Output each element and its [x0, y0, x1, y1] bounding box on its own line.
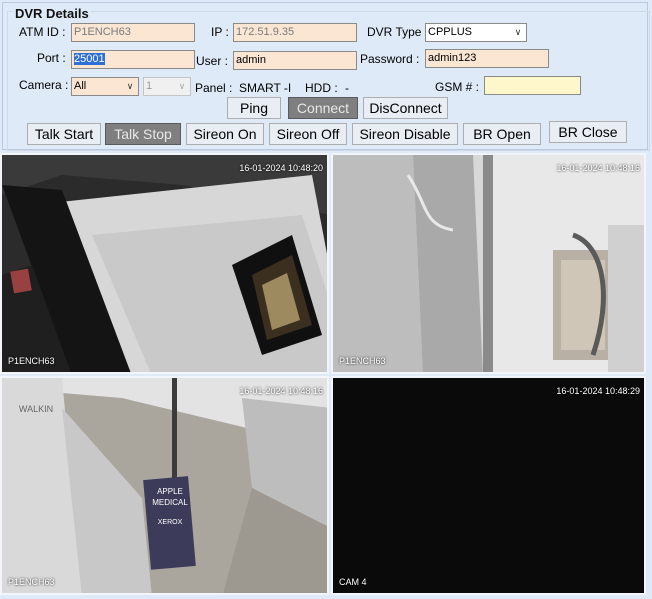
sireon-off-button[interactable]: Sireon Off [269, 123, 347, 145]
camera-1-name: P1ENCH63 [8, 356, 55, 366]
camera-2-image [333, 155, 644, 372]
camera-view-3[interactable]: APPLE MEDICAL XEROX WALKIN 16-01-2024 10… [0, 376, 329, 595]
camera-1-image [2, 155, 327, 372]
user-field[interactable]: admin [233, 51, 357, 70]
gsm-label: GSM # : [435, 80, 480, 94]
chevron-down-icon: ∨ [514, 27, 522, 37]
hdd-value: - [345, 81, 349, 95]
hdd-label: HDD : [305, 81, 338, 95]
br-close-button[interactable]: BR Close [549, 121, 627, 143]
connect-button[interactable]: Connect [288, 97, 358, 119]
ip-field[interactable]: 172.51.9.35 [233, 23, 357, 42]
sign-line-1: APPLE [157, 487, 183, 496]
camera-dropdown[interactable]: All ∨ [71, 77, 139, 96]
chevron-down-icon: ∨ [178, 81, 186, 91]
sign-line-2: MEDICAL [152, 498, 188, 507]
panel-label: Panel : [195, 81, 233, 95]
camera-3-timestamp: 16-01-2024 10:48:16 [239, 386, 323, 396]
user-label: User : [196, 54, 229, 68]
camera-label: Camera : [19, 78, 69, 92]
camera-view-2[interactable]: 16-01-2024 10:48:16 P1ENCH63 [331, 153, 646, 374]
camera-3-name: P1ENCH63 [8, 577, 55, 587]
port-field[interactable]: 25001 [71, 50, 195, 69]
br-open-button[interactable]: BR Open [463, 123, 541, 145]
dvr-details-panel: DVR Details ATM ID : P1ENCH63 IP : 172.5… [2, 2, 650, 151]
disconnect-button[interactable]: DisConnect [363, 97, 448, 119]
port-label: Port : [37, 51, 66, 65]
sireon-disable-button[interactable]: Sireon Disable [352, 123, 458, 145]
panel-title: DVR Details [13, 6, 91, 21]
dvr-type-dropdown[interactable]: CPPLUS ∨ [425, 23, 527, 42]
atm-id-label: ATM ID : [19, 25, 66, 39]
camera-value: All [74, 80, 87, 92]
dvr-type-value: CPPLUS [428, 26, 473, 38]
camera-4-name: CAM 4 [339, 577, 367, 587]
camera-2-timestamp: 16-01-2024 10:48:16 [556, 163, 640, 173]
password-label: Password : [360, 52, 420, 66]
talk-stop-button[interactable]: Talk Stop [105, 123, 181, 145]
talk-start-button[interactable]: Talk Start [27, 123, 101, 145]
gsm-field[interactable] [484, 76, 581, 95]
sign-line-3: XEROX [158, 519, 183, 526]
password-field[interactable]: admin123 [425, 49, 549, 68]
chevron-down-icon: ∨ [126, 81, 134, 91]
camera-3-image: APPLE MEDICAL XEROX WALKIN [2, 378, 327, 593]
port-value: 25001 [74, 53, 105, 65]
camera-1-timestamp: 16-01-2024 10:48:20 [239, 163, 323, 173]
ping-button[interactable]: Ping [227, 97, 281, 119]
camera-view-1[interactable]: 16-01-2024 10:48:20 P1ENCH63 [0, 153, 329, 374]
camera-number-value: 1 [146, 80, 153, 92]
camera-4-timestamp: 16-01-2024 10:48:29 [556, 386, 640, 396]
camera-grid: 16-01-2024 10:48:20 P1ENCH63 16-01-2024 … [0, 153, 652, 599]
dvr-type-label: DVR Type : [367, 25, 429, 39]
camera-2-name: P1ENCH63 [339, 356, 386, 366]
sireon-on-button[interactable]: Sireon On [186, 123, 264, 145]
camera-number-dropdown[interactable]: 1 ∨ [143, 77, 191, 96]
panel-value: SMART -I [239, 81, 292, 95]
atm-id-field[interactable]: P1ENCH63 [71, 23, 195, 42]
wall-sign: WALKIN [19, 404, 53, 414]
camera-view-4[interactable]: 16-01-2024 10:48:29 CAM 4 [331, 376, 646, 595]
ip-label: IP : [211, 25, 229, 39]
